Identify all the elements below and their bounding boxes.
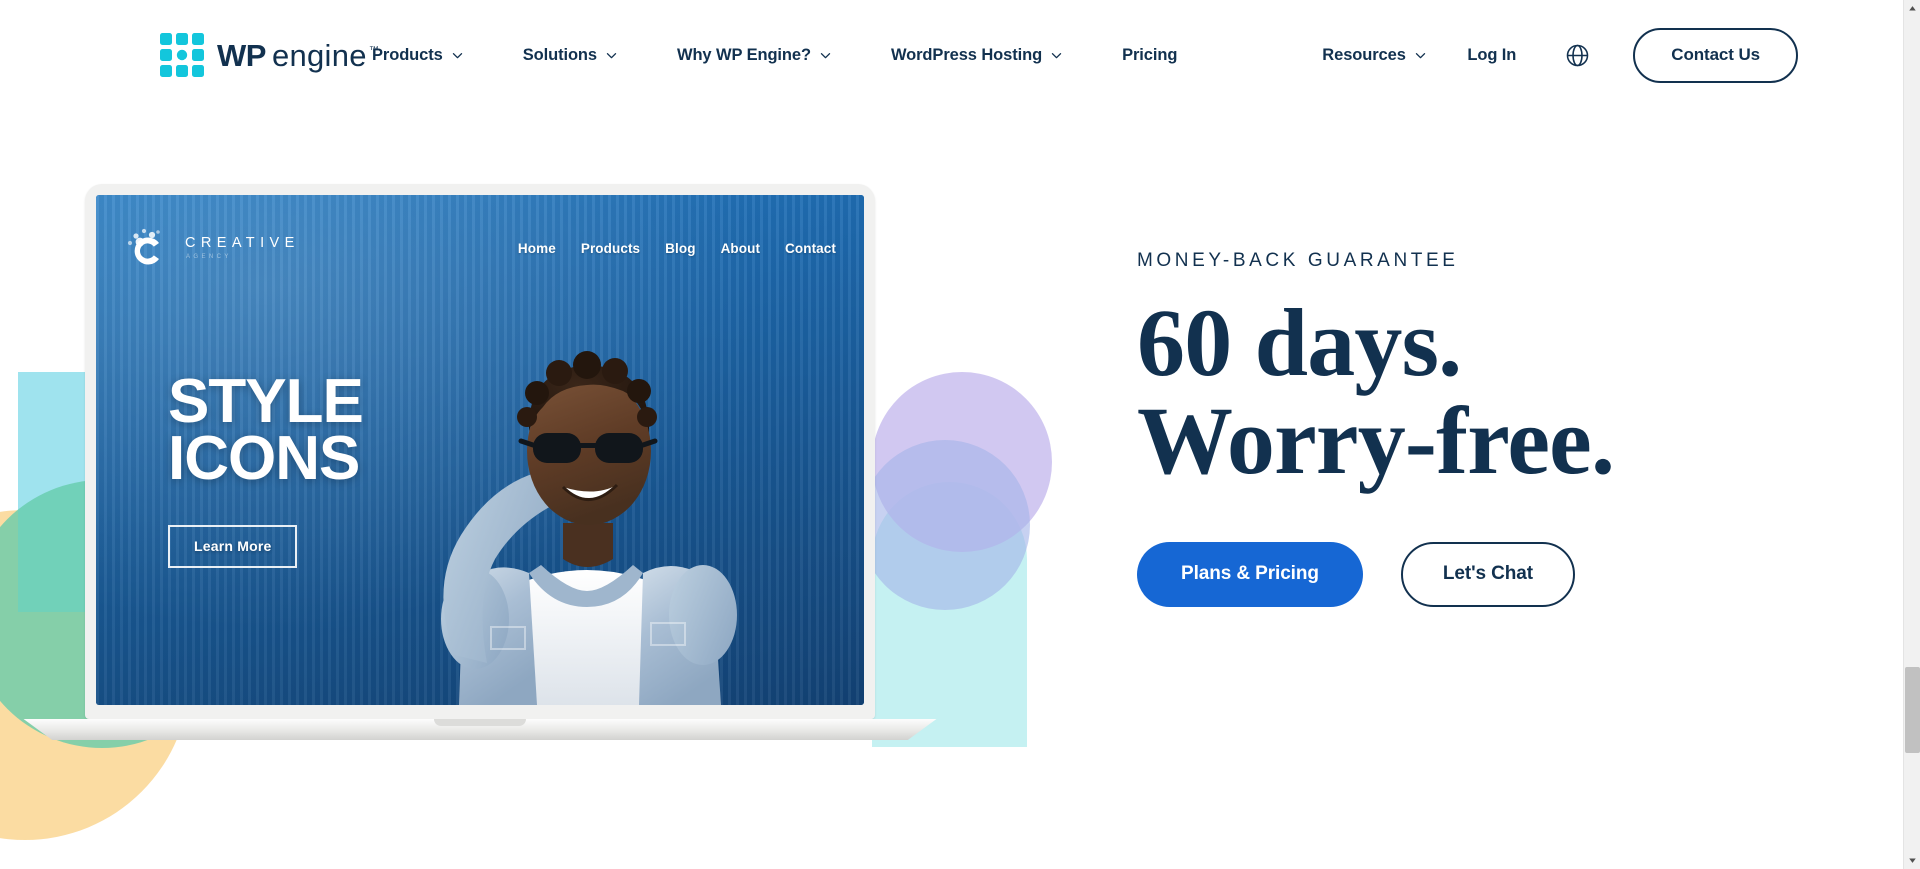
lets-chat-button[interactable]: Let's Chat	[1400, 541, 1575, 607]
nav-label: Resources	[1322, 45, 1406, 64]
demo-site-header: CREATIVE AGENCY Home Products Blog About…	[96, 217, 864, 279]
chevron-down-icon	[820, 50, 831, 61]
chevron-down-icon	[1051, 50, 1062, 61]
nav-item-pricing[interactable]: Pricing	[1122, 38, 1177, 73]
hero-title-line2: Worry-free.	[1137, 386, 1615, 494]
nav-item-resources[interactable]: Resources	[1322, 38, 1425, 73]
globe-icon[interactable]	[1564, 42, 1590, 68]
demo-logo-subtitle: AGENCY	[186, 254, 232, 261]
demo-headline-line2: ICONS	[168, 424, 360, 494]
nav-label: Solutions	[522, 45, 597, 64]
demo-nav-item-about[interactable]: About	[721, 241, 760, 256]
hero-actions: Plans & Pricing Let's Chat	[1137, 541, 1857, 607]
laptop-screen: CREATIVE AGENCY Home Products Blog About…	[96, 195, 864, 705]
demo-site-logo-text: CREATIVE AGENCY	[185, 236, 300, 261]
chevron-down-icon	[606, 50, 617, 61]
login-link[interactable]: Log In	[1467, 46, 1516, 65]
nav-item-wordpress-hosting[interactable]: WordPress Hosting	[891, 38, 1062, 73]
laptop-mockup: CREATIVE AGENCY Home Products Blog About…	[23, 184, 937, 740]
nav-item-why-wp-engine[interactable]: Why WP Engine?	[677, 38, 831, 73]
wp-engine-wordmark: WP engine ™	[217, 40, 379, 71]
decoration-purple-circle	[872, 372, 1052, 552]
plans-and-pricing-button[interactable]: Plans & Pricing	[1137, 541, 1363, 607]
demo-learn-more-button[interactable]: Learn More	[168, 525, 298, 569]
demo-headline: STYLE ICONS	[168, 367, 364, 494]
laptop-lid: CREATIVE AGENCY Home Products Blog About…	[85, 184, 875, 719]
vertical-scrollbar[interactable]	[1903, 0, 1920, 869]
scrollbar-thumb[interactable]	[1905, 667, 1920, 753]
hero-copy: MONEY-BACK GUARANTEE 60 days. Worry-free…	[1137, 250, 1857, 607]
demo-site-hero-copy: STYLE ICONS Learn More	[168, 367, 364, 569]
nav-label: Pricing	[1122, 45, 1178, 64]
demo-site-navigation: Home Products Blog About Contact	[518, 241, 836, 256]
hero-eyebrow: MONEY-BACK GUARANTEE	[1137, 250, 1459, 271]
demo-site-logo[interactable]: CREATIVE AGENCY	[122, 225, 300, 271]
nav-item-products[interactable]: Products	[372, 38, 463, 73]
page-root: WP engine ™ Products Solutions Why WP En…	[0, 0, 1920, 869]
site-header: WP engine ™ Products Solutions Why WP En…	[0, 0, 1903, 110]
logo-engine-text: engine	[271, 37, 367, 73]
nav-item-solutions[interactable]: Solutions	[523, 38, 617, 73]
wp-engine-logo[interactable]: WP engine ™	[160, 33, 379, 77]
demo-nav-item-products[interactable]: Products	[581, 241, 640, 256]
nav-label: Why WP Engine?	[676, 45, 811, 64]
wp-engine-logo-mark-icon	[160, 33, 204, 77]
primary-navigation: Products Solutions Why WP Engine? WordPr…	[372, 0, 1486, 110]
logo-wp-text: WP	[217, 37, 266, 73]
decoration-cyan-arch	[872, 482, 1027, 747]
chevron-down-icon	[1415, 50, 1426, 61]
page-title: 60 days. Worry-free.	[1137, 294, 1857, 490]
nav-label: Products	[372, 45, 443, 64]
demo-logo-title: CREATIVE	[185, 234, 300, 251]
demo-hero-photo	[441, 351, 737, 705]
header-actions: Log In Contact Us	[1467, 0, 1903, 110]
laptop-base	[23, 719, 937, 740]
demo-nav-item-home[interactable]: Home	[518, 241, 556, 256]
nav-label: WordPress Hosting	[890, 45, 1043, 64]
scroll-up-arrow-icon[interactable]	[1904, 0, 1920, 17]
hero-title-line1: 60 days.	[1137, 289, 1462, 396]
laptop-notch	[434, 719, 526, 726]
demo-nav-item-contact[interactable]: Contact	[785, 241, 836, 256]
demo-nav-item-blog[interactable]: Blog	[665, 241, 695, 256]
scroll-down-arrow-icon[interactable]	[1904, 852, 1920, 869]
contact-us-button[interactable]: Contact Us	[1633, 27, 1798, 83]
demo-headline-line1: STYLE	[168, 367, 364, 436]
chevron-down-icon	[452, 50, 463, 61]
creative-agency-logo-mark-icon	[127, 228, 160, 265]
hero-section: CREATIVE AGENCY Home Products Blog About…	[0, 110, 1903, 869]
decoration-blue-circle	[860, 440, 1030, 610]
